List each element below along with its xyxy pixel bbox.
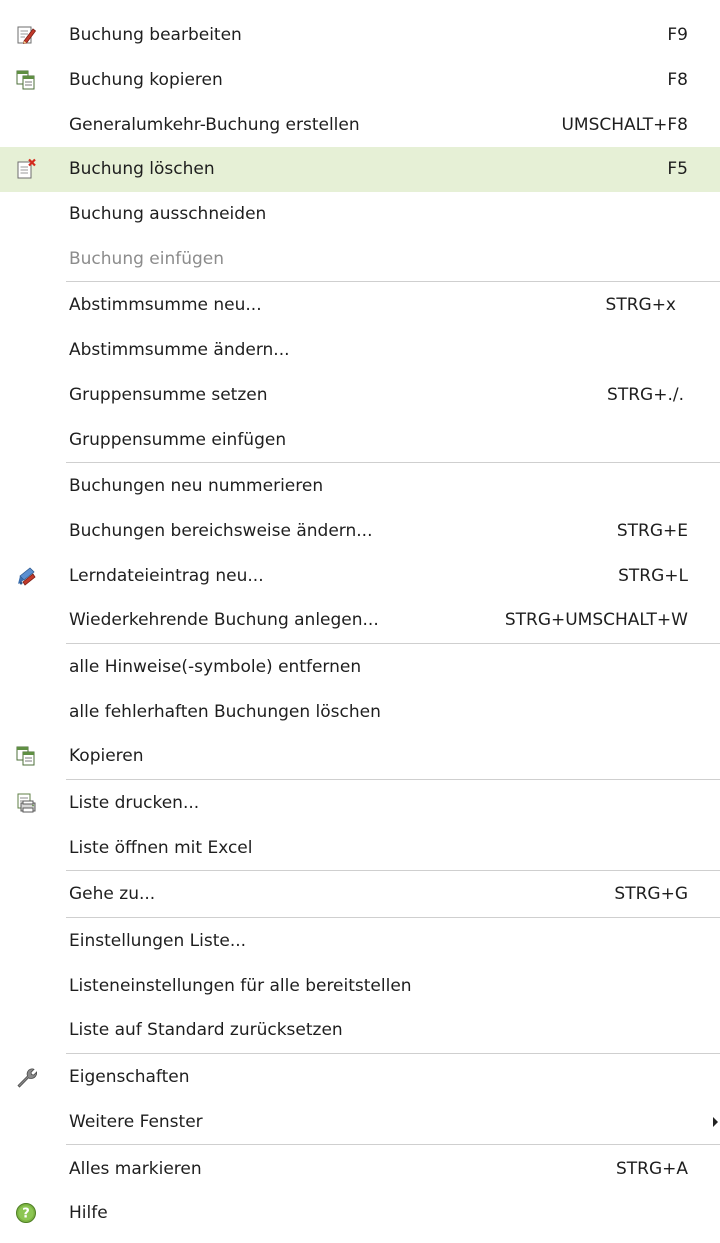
menu-item-gruppensumme-setzen[interactable]: Gruppensumme setzen STRG+./. bbox=[0, 373, 720, 418]
menu-item-label: Gruppensumme setzen bbox=[69, 384, 268, 405]
menu-item-label: Liste öffnen mit Excel bbox=[69, 837, 253, 858]
menu-item-shortcut: F9 bbox=[667, 25, 688, 46]
submenu-arrow-icon bbox=[713, 1116, 718, 1127]
menu-item-shortcut: STRG+A bbox=[615, 1158, 688, 1179]
menu-item-shortcut: STRG+./. bbox=[607, 384, 684, 405]
menu-item-label: Gruppensumme einfügen bbox=[69, 429, 287, 450]
menu-item-label: Hilfe bbox=[69, 1203, 108, 1224]
menu-item-label: Gehe zu... bbox=[69, 884, 156, 905]
menu-item-label: Buchung löschen bbox=[69, 159, 215, 180]
menu-item-label: Buchungen bereichsweise ändern... bbox=[69, 520, 373, 541]
menu-item-abstimmsumme-aendern[interactable]: Abstimmsumme ändern... bbox=[0, 328, 720, 373]
menu-item-shortcut: STRG+x bbox=[605, 295, 676, 316]
menu-item-weitere-fenster[interactable]: Weitere Fenster bbox=[0, 1100, 720, 1145]
menu-item-generalumkehr-buchung[interactable]: Generalumkehr-Buchung erstellen UMSCHALT… bbox=[0, 102, 720, 147]
menu-item-alle-hinweise-entfernen[interactable]: alle Hinweise(-symbole) entfernen bbox=[0, 645, 720, 690]
menu-item-label: alle Hinweise(-symbole) entfernen bbox=[69, 656, 362, 677]
svg-text:?: ? bbox=[22, 1207, 30, 1222]
menu-item-liste-drucken[interactable]: Liste drucken... bbox=[0, 781, 720, 826]
menu-item-label: Lerndateieintrag neu... bbox=[69, 565, 264, 586]
menu-item-lerndateieintrag-neu[interactable]: Lerndateieintrag neu... STRG+L bbox=[0, 553, 720, 598]
menu-item-label: Eigenschaften bbox=[69, 1067, 190, 1088]
menu-item-label: Buchung kopieren bbox=[69, 70, 223, 91]
menu-item-einstellungen-liste[interactable]: Einstellungen Liste... bbox=[0, 919, 720, 964]
menu-item-label: Wiederkehrende Buchung anlegen... bbox=[69, 610, 379, 631]
menu-item-buchungen-neu-nummerieren[interactable]: Buchungen neu nummerieren bbox=[0, 464, 720, 509]
menu-item-shortcut: UMSCHALT+F8 bbox=[561, 114, 688, 135]
menu-item-gehe-zu[interactable]: Gehe zu... STRG+G bbox=[0, 872, 720, 917]
menu-item-shortcut: F5 bbox=[667, 159, 688, 180]
menu-item-buchung-bearbeiten[interactable]: Buchung bearbeiten F9 bbox=[0, 13, 720, 58]
menu-item-gruppensumme-einfuegen[interactable]: Gruppensumme einfügen bbox=[0, 417, 720, 462]
menu-item-label: Abstimmsumme ändern... bbox=[69, 340, 290, 361]
menu-item-label: Abstimmsumme neu... bbox=[69, 295, 262, 316]
menu-item-buchung-loeschen[interactable]: Buchung löschen F5 bbox=[0, 147, 720, 192]
menu-item-listeneinstellungen-bereitstellen[interactable]: Listeneinstellungen für alle bereitstell… bbox=[0, 963, 720, 1008]
menu-item-label: Kopieren bbox=[69, 746, 144, 767]
menu-item-alle-fehlerhaften-loeschen[interactable]: alle fehlerhaften Buchungen löschen bbox=[0, 689, 720, 734]
menu-item-label: alle fehlerhaften Buchungen löschen bbox=[69, 701, 381, 722]
menu-item-buchung-ausschneiden[interactable]: Buchung ausschneiden bbox=[0, 192, 720, 237]
menu-item-buchungen-bereichsweise-aendern[interactable]: Buchungen bereichsweise ändern... STRG+E bbox=[0, 509, 720, 554]
menu-item-label: Buchung bearbeiten bbox=[69, 25, 242, 46]
menu-item-abstimmsumme-neu[interactable]: Abstimmsumme neu... STRG+x bbox=[0, 283, 720, 328]
menu-item-label: Buchung einfügen bbox=[69, 248, 225, 269]
menu-item-shortcut: STRG+G bbox=[614, 884, 688, 905]
menu-item-shortcut: STRG+L bbox=[618, 565, 688, 586]
menu-item-label: Buchungen neu nummerieren bbox=[69, 476, 324, 497]
copy-booking-icon bbox=[16, 70, 35, 90]
menu-item-alles-markieren[interactable]: Alles markieren STRG+A bbox=[0, 1146, 720, 1191]
menu-item-buchung-kopieren[interactable]: Buchung kopieren F8 bbox=[0, 58, 720, 103]
menu-item-label: Weitere Fenster bbox=[69, 1111, 203, 1132]
learn-file-entry-icon bbox=[18, 567, 36, 586]
delete-booking-icon bbox=[17, 159, 36, 179]
copy-icon bbox=[16, 746, 35, 766]
menu-item-shortcut: STRG+UMSCHALT+W bbox=[504, 610, 688, 631]
menu-item-label: Buchung ausschneiden bbox=[69, 204, 267, 225]
menu-item-shortcut: F8 bbox=[667, 70, 688, 91]
menu-item-label: Liste drucken... bbox=[69, 793, 200, 814]
menu-item-shortcut: STRG+E bbox=[616, 520, 688, 541]
menu-item-liste-standard-zuruecksetzen[interactable]: Liste auf Standard zurücksetzen bbox=[0, 1008, 720, 1053]
menu-item-label: Alles markieren bbox=[69, 1158, 202, 1179]
wrench-icon bbox=[17, 1068, 37, 1088]
menu-item-label: Generalumkehr-Buchung erstellen bbox=[69, 114, 360, 135]
menu-item-eigenschaften[interactable]: Eigenschaften bbox=[0, 1055, 720, 1100]
menu-item-liste-oeffnen-excel[interactable]: Liste öffnen mit Excel bbox=[0, 825, 720, 870]
help-icon: ? bbox=[16, 1203, 36, 1224]
menu-item-wiederkehrende-buchung[interactable]: Wiederkehrende Buchung anlegen... STRG+U… bbox=[0, 598, 720, 643]
menu-item-label: Einstellungen Liste... bbox=[69, 931, 247, 952]
menu-item-label: Listeneinstellungen für alle bereitstell… bbox=[69, 975, 412, 996]
print-list-icon bbox=[17, 793, 36, 813]
menu-item-buchung-einfuegen: Buchung einfügen bbox=[0, 236, 720, 281]
menu-item-label: Liste auf Standard zurücksetzen bbox=[69, 1020, 343, 1041]
menu-item-kopieren[interactable]: Kopieren bbox=[0, 734, 720, 779]
edit-booking-icon bbox=[17, 26, 37, 45]
menu-item-hilfe[interactable]: ? Hilfe bbox=[0, 1191, 720, 1236]
context-menu: Buchung bearbeiten F9 Buchung kopieren F… bbox=[0, 13, 720, 1236]
